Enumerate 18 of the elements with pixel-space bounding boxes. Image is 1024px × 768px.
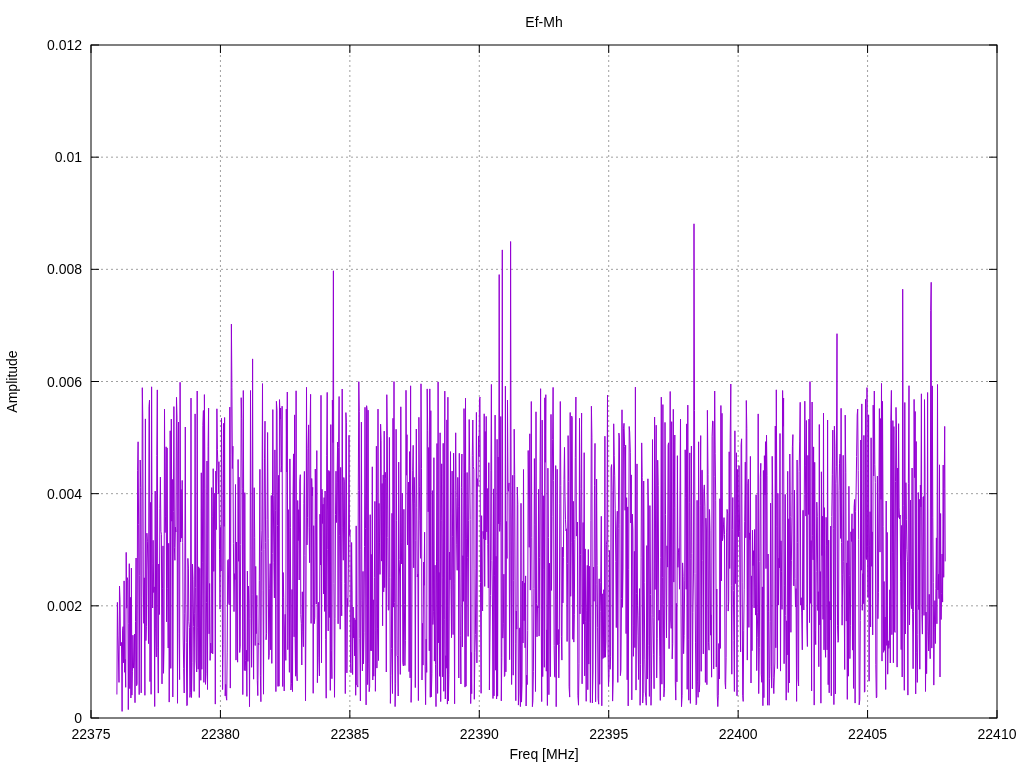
tick-label: 22390 (459, 726, 499, 742)
tick-label: 22375 (71, 726, 111, 742)
tick-label: 0.012 (46, 37, 82, 53)
chart-title: Ef-Mh (525, 14, 563, 30)
x-axis-label: Freq [MHz] (509, 746, 579, 762)
tick-label: 22400 (718, 726, 758, 742)
tick-label: 22395 (589, 726, 629, 742)
tick-label: 0.008 (46, 261, 82, 278)
y-axis-label: Amplitude (4, 350, 20, 413)
tick-label: 0 (74, 710, 82, 726)
tick-label: 0.002 (46, 597, 82, 614)
tick-label: 22385 (330, 726, 370, 742)
tick-label: 22405 (848, 726, 888, 742)
tick-label: 22410 (977, 726, 1017, 742)
tick-label: 0.01 (54, 149, 82, 166)
tick-label: 22380 (200, 726, 240, 742)
tick-label: 0.006 (46, 373, 82, 390)
tick-label: 0.004 (46, 485, 82, 502)
